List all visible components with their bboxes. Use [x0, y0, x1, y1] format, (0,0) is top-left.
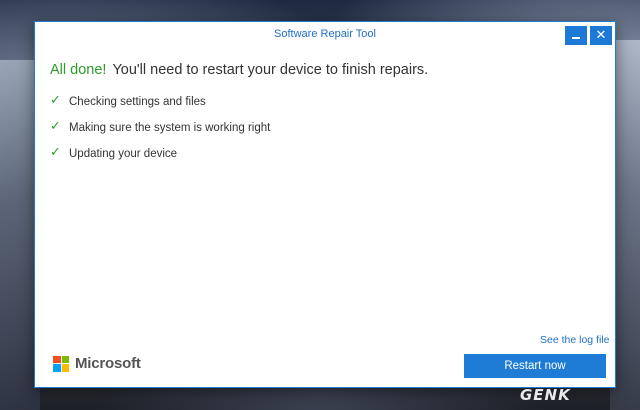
list-item: ✓ Making sure the system is working righ…	[50, 115, 270, 141]
title-bar: Software Repair Tool ✕	[35, 22, 615, 50]
brand-name: Microsoft	[75, 355, 141, 372]
step-label: Checking settings and files	[69, 96, 206, 108]
minimize-icon	[572, 37, 580, 39]
step-label: Updating your device	[69, 148, 178, 160]
minimize-button[interactable]	[565, 26, 587, 45]
microsoft-squares-icon	[53, 355, 69, 372]
step-label: Making sure the system is working right	[69, 122, 271, 134]
list-item: ✓ Checking settings and files	[50, 89, 270, 115]
check-icon: ✓	[50, 118, 61, 134]
completion-headline: All done! You'll need to restart your dev…	[50, 62, 428, 78]
restart-message: You'll need to restart your device to fi…	[112, 62, 429, 78]
list-item: ✓ Updating your device	[50, 141, 270, 167]
repair-tool-window: Software Repair Tool ✕ All done! You'll n…	[34, 21, 616, 388]
close-button[interactable]: ✕	[590, 26, 612, 45]
restart-now-button[interactable]: Restart now	[464, 354, 606, 378]
status-text: All done!	[50, 62, 107, 78]
check-icon: ✓	[50, 92, 61, 108]
window-title: Software Repair Tool	[274, 28, 376, 40]
watermark-logo: GENK	[520, 386, 571, 404]
check-icon: ✓	[50, 144, 61, 160]
repair-steps-list: ✓ Checking settings and files ✓ Making s…	[50, 89, 270, 167]
microsoft-logo: Microsoft	[53, 355, 141, 372]
close-icon: ✕	[595, 28, 607, 43]
see-log-file-link[interactable]: See the log file	[540, 334, 609, 346]
